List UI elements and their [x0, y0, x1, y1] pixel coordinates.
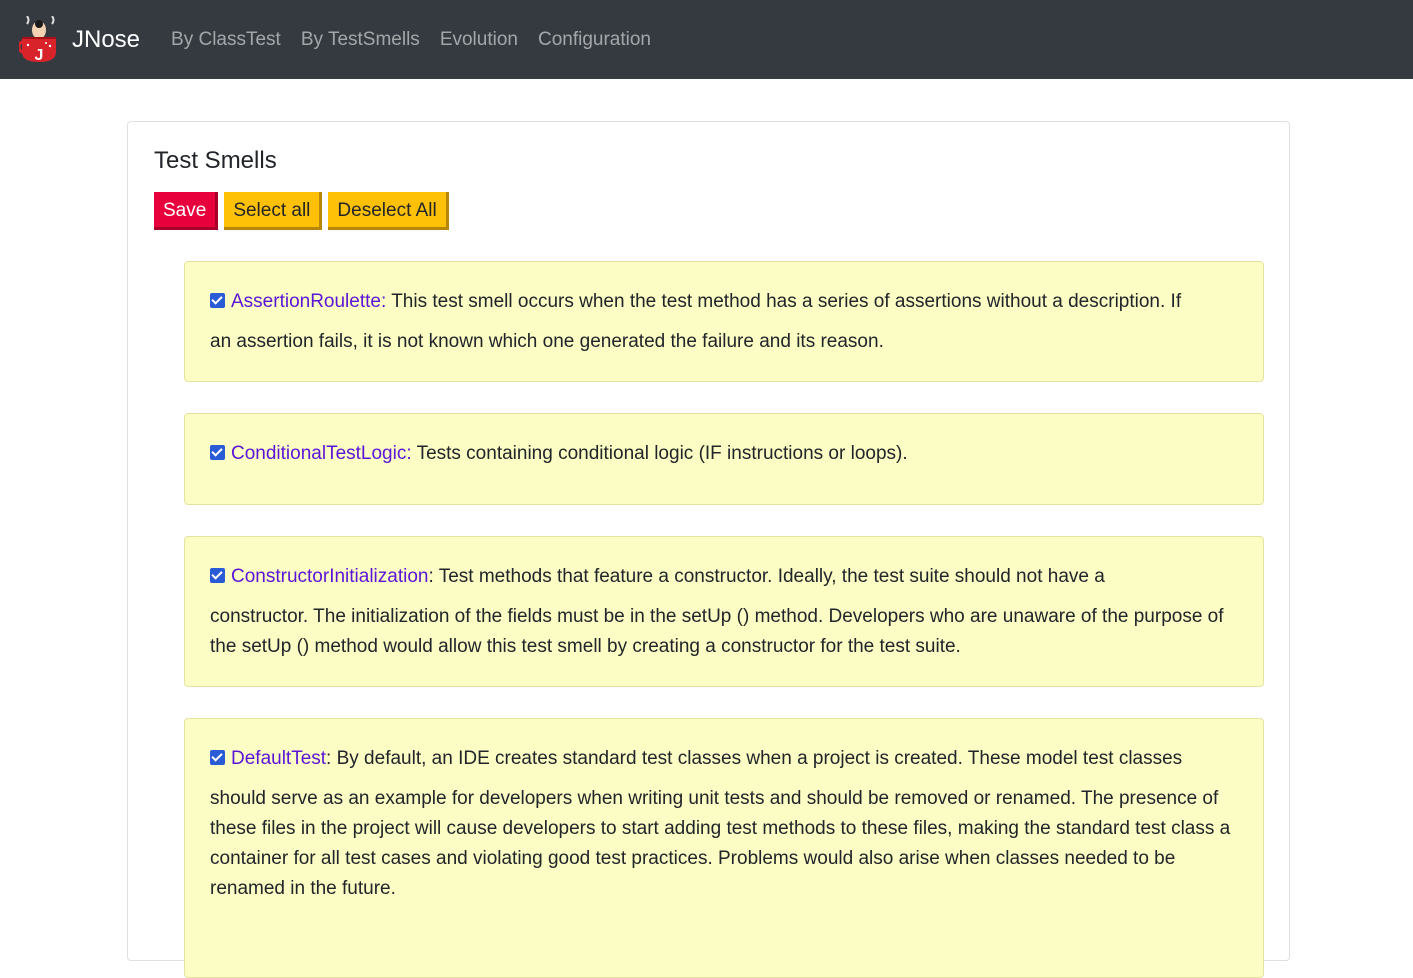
smell-checkbox-assertion-roulette[interactable] — [210, 293, 225, 308]
action-buttons: Save Select all Deselect All — [154, 192, 455, 230]
nav-link-configuration[interactable]: Configuration — [538, 30, 651, 49]
test-smells-card: Test Smells Save Select all Deselect All… — [127, 121, 1290, 978]
nav-links: By ClassTest By TestSmells Evolution Con… — [171, 30, 671, 49]
smell-description: Tests containing conditional logic (IF i… — [416, 443, 908, 464]
smell-name[interactable]: AssertionRoulette: — [231, 291, 386, 312]
card-title: Test Smells — [154, 147, 277, 174]
smell-checkbox-default-test[interactable] — [210, 750, 225, 765]
brand[interactable]: J JNose — [19, 15, 141, 64]
smell-description: Test methods that feature a constructor.… — [438, 566, 1105, 587]
svg-text:J: J — [35, 47, 44, 64]
smell-name[interactable]: DefaultTest — [231, 748, 326, 769]
smell-description: This test smell occurs when the test met… — [391, 291, 1182, 312]
brand-name: JNose — [72, 25, 141, 53]
nav-link-by-testsmells[interactable]: By TestSmells — [301, 30, 420, 49]
smell-name-suffix: : — [428, 566, 434, 587]
nav-link-by-classtest[interactable]: By ClassTest — [171, 30, 281, 49]
smell-name-suffix: : — [326, 748, 332, 769]
smell-checkbox-constructor-initialization[interactable] — [210, 568, 225, 583]
smell-name[interactable]: ConstructorInitialization — [231, 566, 428, 587]
jnose-logo-icon: J — [19, 15, 56, 64]
smell-description-continued: should serve as an example for developer… — [210, 788, 1231, 899]
smell-item-constructor-initialization: ConstructorInitialization: Test methods … — [184, 536, 1264, 687]
deselect-all-button[interactable]: Deselect All — [328, 192, 449, 230]
smell-item-conditional-test-logic: ConditionalTestLogic: Tests containing c… — [184, 413, 1264, 505]
smell-item-assertion-roulette: AssertionRoulette: This test smell occur… — [184, 261, 1264, 382]
smell-checkbox-conditional-test-logic[interactable] — [210, 445, 225, 460]
top-navbar: J JNose By ClassTest By TestSmells Evolu… — [0, 0, 1413, 79]
smell-item-default-test: DefaultTest: By default, an IDE creates … — [184, 718, 1264, 978]
save-button[interactable]: Save — [154, 192, 219, 230]
smell-description-continued: constructor. The initialization of the f… — [210, 606, 1224, 657]
select-all-button[interactable]: Select all — [224, 192, 323, 230]
smell-description: By default, an IDE creates standard test… — [336, 748, 1183, 769]
smell-description-continued: an assertion fails, it is not known whic… — [210, 331, 884, 352]
smell-name[interactable]: ConditionalTestLogic: — [231, 443, 412, 464]
nav-link-evolution[interactable]: Evolution — [440, 30, 518, 49]
